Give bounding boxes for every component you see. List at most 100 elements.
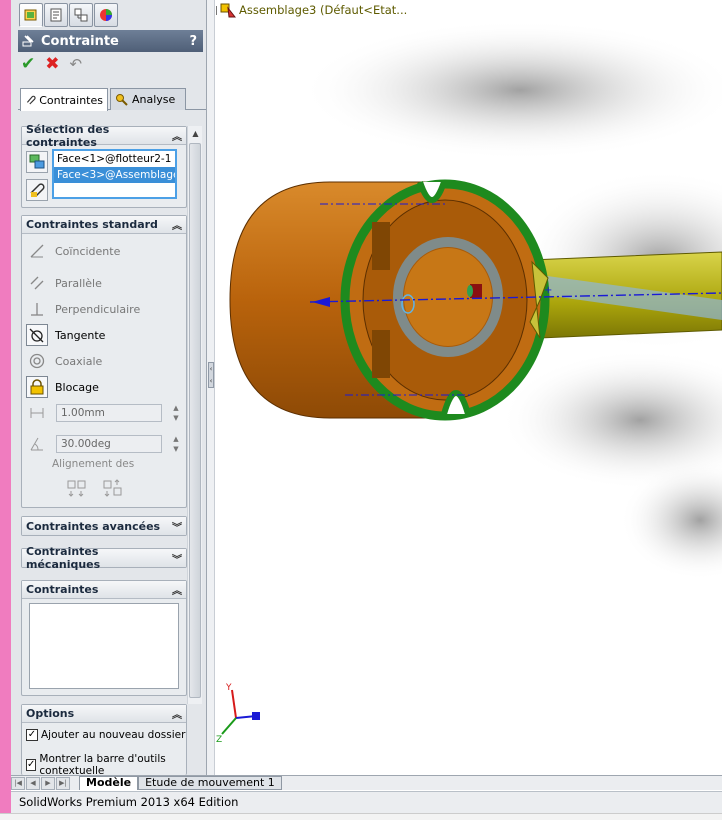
taskbar-strip [0, 813, 722, 820]
tab-motion-study[interactable]: Etude de mouvement 1 [138, 776, 282, 790]
distance-row: 1.00mm ▲ ▼ [26, 402, 182, 424]
aligned-icon[interactable] [66, 479, 88, 502]
panel-scrollbar[interactable]: ▲ [187, 126, 202, 704]
mate-selection-icon[interactable] [26, 179, 48, 201]
pin-face [467, 285, 473, 297]
configuration-manager-tab[interactable] [69, 3, 93, 27]
svg-text:Y: Y [225, 683, 232, 693]
mates-list-header[interactable]: Contraintes ︽ [22, 581, 186, 599]
collapse-chevron-icon[interactable]: ︽ [172, 706, 182, 721]
assembly-tree-root[interactable]: + Assemblage3 (Défaut<Etat... [216, 2, 407, 18]
tangent-icon [26, 324, 48, 346]
selection-group: Sélection des contraintes ︽ Face<1>@flot… [21, 123, 187, 208]
feature-tree-icon [24, 9, 37, 21]
feature-tree-tab[interactable] [19, 3, 43, 27]
display-manager-tab[interactable] [94, 3, 118, 27]
configuration-icon [74, 8, 88, 22]
collapse-chevron-icon[interactable]: ︽ [172, 582, 182, 597]
expand-chevron-icon[interactable]: ︾ [172, 551, 182, 566]
window-edge [0, 0, 11, 820]
tab-analyse[interactable]: Analyse [110, 88, 186, 110]
concentric-icon [26, 350, 48, 372]
advanced-mates-group[interactable]: Contraintes avancées ︾ [21, 516, 187, 536]
undo-icon[interactable]: ↶ [70, 57, 83, 72]
checkbox-show-toolbar[interactable]: ✓ [26, 759, 37, 771]
next-tab-arrow-icon[interactable]: ▶ [41, 776, 55, 790]
checkbox-add-to-folder[interactable]: ✓ [26, 729, 38, 741]
prev-tab-arrow-icon[interactable]: ◀ [26, 776, 40, 790]
ok-checkmark-icon[interactable]: ✔ [21, 56, 35, 73]
tab-modele[interactable]: Modèle [79, 776, 139, 790]
lock-icon [26, 376, 48, 398]
axis-triad: Y Z [216, 683, 260, 745]
distance-spinner[interactable]: ▲ ▼ [170, 404, 182, 422]
options-header[interactable]: Options ︽ [22, 705, 186, 723]
scroll-thumb[interactable] [189, 143, 201, 698]
bottom-tab-bar: |◀ ◀ ▶ ▶| Modèle Etude de mouvement 1 [11, 775, 722, 790]
model-graphics[interactable]: + Y Z [216, 0, 722, 775]
angle-row: 30.00deg ▲ ▼ [26, 433, 182, 455]
option-show-toolbar[interactable]: ✓ Montrer la barre d'outils contextuelle [26, 753, 176, 775]
select-faces-icon[interactable] [26, 151, 48, 173]
first-tab-arrow-icon[interactable]: |◀ [11, 776, 25, 790]
selection-item[interactable]: Face<1>@flotteur2-1 [54, 151, 175, 167]
collapse-panel-arrow-icon[interactable]: ‹ ‹ [208, 362, 214, 388]
standard-mates-group: Contraintes standard ︽ Coïncidente Paral… [21, 215, 187, 508]
pm-action-buttons: ✔ ✖ ↶ [21, 56, 82, 73]
mate-parallel[interactable]: Parallèle [26, 272, 102, 294]
mate-tangent[interactable]: Tangente [26, 324, 105, 346]
property-manager-title: Contrainte ? [18, 30, 203, 52]
collapse-chevron-icon[interactable]: ︽ [172, 217, 182, 232]
assembly-icon [220, 3, 236, 18]
mechanical-mates-header[interactable]: Contraintes mécaniques ︾ [22, 545, 186, 571]
last-tab-arrow-icon[interactable]: ▶| [56, 776, 70, 790]
anti-aligned-icon[interactable] [102, 479, 124, 502]
mate-coincident[interactable]: Coïncidente [26, 240, 120, 262]
mate-icon [22, 35, 34, 47]
pm-tabs: Contraintes Analyse [18, 88, 206, 111]
advanced-mates-header[interactable]: Contraintes avancées ︾ [22, 517, 186, 535]
svg-text:Z: Z [216, 735, 222, 745]
alignment-label: Alignement des [52, 458, 135, 470]
property-manager-tab[interactable] [44, 3, 68, 27]
mate-lock[interactable]: Blocage [26, 376, 99, 398]
analysis-key-icon [116, 93, 128, 106]
mate-concentric[interactable]: Coaxiale [26, 350, 102, 372]
perpendicular-icon [26, 298, 48, 320]
mates-listbox[interactable] [29, 603, 179, 689]
cancel-x-icon[interactable]: ✖ [45, 56, 59, 73]
help-button[interactable]: ? [189, 34, 197, 49]
mate-perpendicular[interactable]: Perpendiculaire [26, 298, 140, 320]
graphics-viewport[interactable]: + Y Z + Assemblage3 (Défaut<Etat... [216, 0, 722, 775]
alignment-buttons [66, 479, 124, 502]
property-manager-icon [50, 8, 62, 22]
coincident-icon [26, 240, 48, 262]
selection-item[interactable]: Face<3>@Assemblage [54, 167, 175, 183]
distance-icon [26, 402, 48, 424]
origin-marker: + [544, 285, 552, 296]
selection-group-header[interactable]: Sélection des contraintes ︽ [22, 123, 186, 149]
scroll-up-arrow-icon[interactable]: ▲ [188, 126, 203, 141]
selection-list[interactable]: Face<1>@flotteur2-1 Face<3>@Assemblage [52, 149, 177, 199]
collapse-chevron-icon[interactable]: ︽ [172, 128, 182, 143]
rib [372, 330, 390, 378]
distance-input[interactable]: 1.00mm [56, 404, 162, 422]
expand-plus-icon[interactable]: + [216, 5, 217, 15]
status-bar: SolidWorks Premium 2013 x64 Edition [11, 791, 722, 813]
title-text: Contrainte [41, 33, 119, 49]
expand-chevron-icon[interactable]: ︾ [172, 519, 182, 534]
option-add-to-folder[interactable]: ✓ Ajouter au nouveau dossier [26, 729, 185, 741]
display-manager-icon [100, 9, 112, 21]
mates-list-group: Contraintes ︽ [21, 580, 187, 696]
options-group: Options ︽ ✓ Ajouter au nouveau dossier ✓… [21, 704, 187, 775]
angle-input[interactable]: 30.00deg [56, 435, 162, 453]
property-manager-panel: Contrainte ? ✔ ✖ ↶ Contraintes Analyse ▲… [11, 0, 207, 775]
panel-splitter[interactable]: ‹ ‹ [207, 0, 215, 775]
tab-contraintes[interactable]: Contraintes [20, 88, 108, 111]
standard-mates-header[interactable]: Contraintes standard ︽ [22, 216, 186, 234]
mechanical-mates-group[interactable]: Contraintes mécaniques ︾ [21, 545, 187, 571]
angle-spinner[interactable]: ▲ ▼ [170, 435, 182, 453]
paperclip-icon [26, 95, 36, 105]
featuremanager-tabs [19, 3, 118, 29]
shadow [300, 20, 722, 160]
